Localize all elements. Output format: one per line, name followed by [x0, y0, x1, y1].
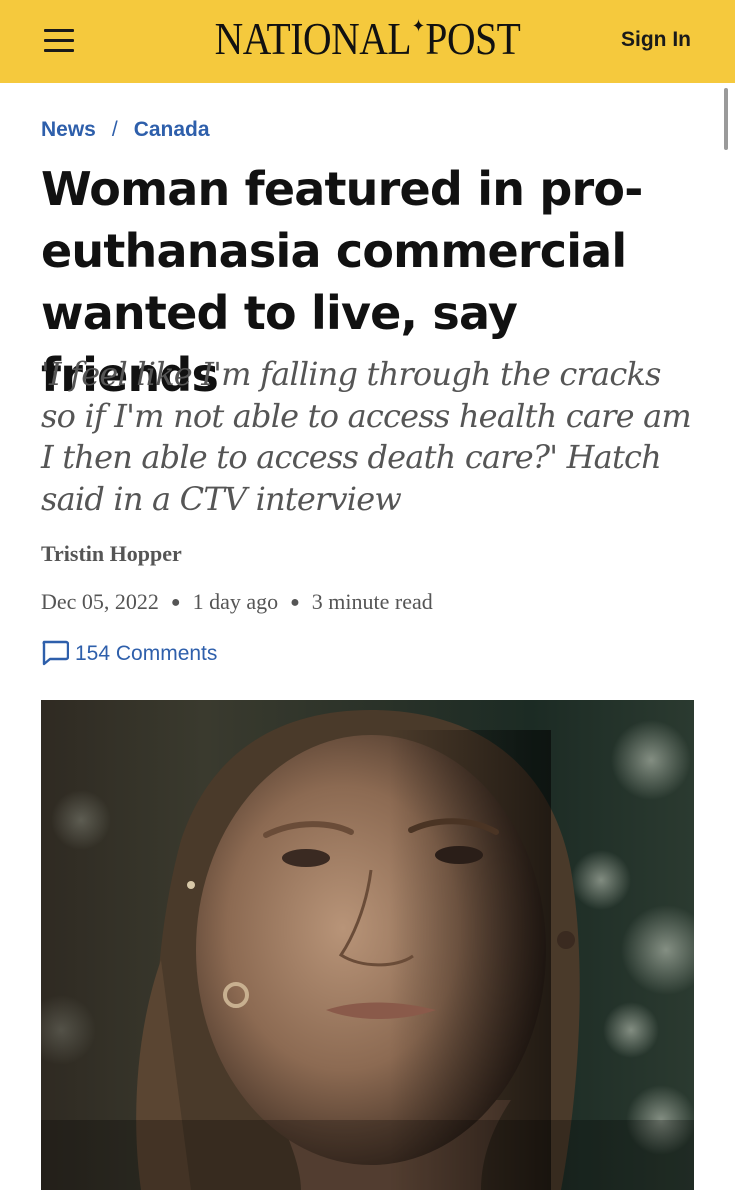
hero-image[interactable]: [41, 700, 694, 1190]
breadcrumb-separator: /: [111, 118, 118, 141]
article-meta: Dec 05, 2022 ● 1 day ago ● 3 minute read: [41, 589, 433, 615]
article-dek: 'I feel like I'm falling through the cra…: [41, 355, 692, 518]
comments-count: 154 Comments: [75, 642, 218, 665]
sign-in-button[interactable]: Sign In: [621, 28, 691, 52]
meta-dot: ●: [290, 594, 300, 611]
scrollbar[interactable]: [724, 88, 728, 150]
breadcrumb-link-news[interactable]: News: [41, 118, 96, 141]
comments-link[interactable]: 154 Comments: [41, 640, 217, 666]
publish-date: Dec 05, 2022: [41, 589, 159, 614]
site-logo[interactable]: NATIONAL✦POST: [51, 12, 683, 65]
meta-dot: ●: [170, 594, 181, 611]
logo-text-right: POST: [425, 13, 521, 64]
logo-text-left: NATIONAL: [214, 13, 412, 64]
relative-time: 1 day ago: [192, 589, 279, 614]
author-name[interactable]: Tristin Hopper: [41, 541, 182, 567]
speech-bubble-icon: [42, 640, 70, 666]
portrait-photo: [41, 700, 694, 1190]
top-bar: NATIONAL✦POST Sign In: [0, 0, 735, 83]
breadcrumb-link-canada[interactable]: Canada: [134, 118, 210, 141]
breadcrumb: News / Canada: [41, 118, 210, 142]
read-time: 3 minute read: [311, 589, 433, 614]
maple-leaf-icon: ✦: [411, 16, 425, 36]
